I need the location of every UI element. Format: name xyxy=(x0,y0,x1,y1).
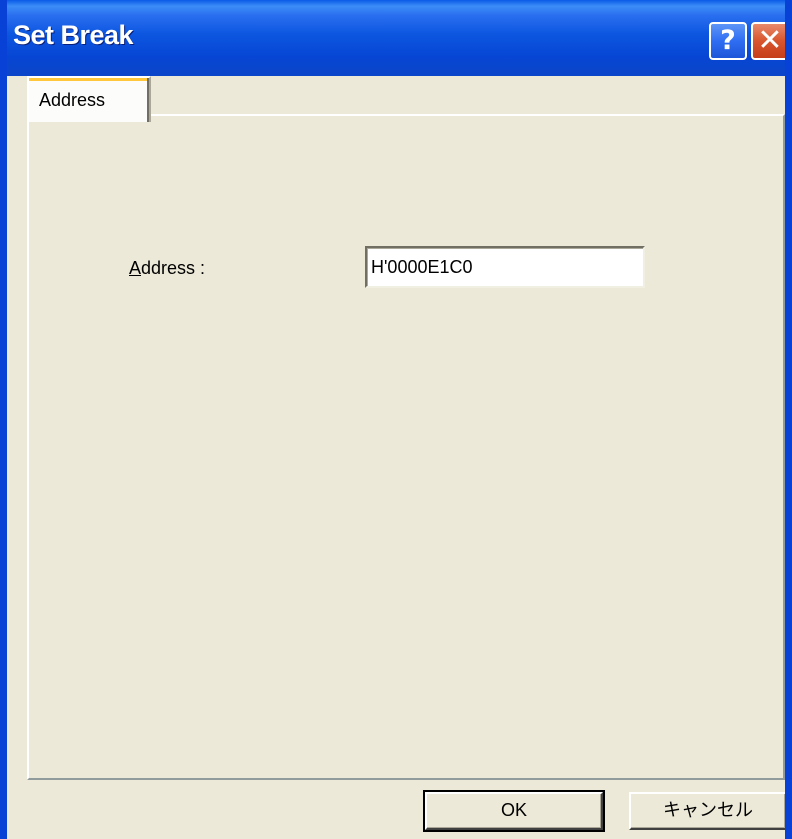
address-label: Address : xyxy=(129,258,205,279)
help-icon: ? xyxy=(720,25,736,56)
tab-address[interactable]: Address xyxy=(27,76,151,122)
ok-button[interactable]: OK xyxy=(423,790,605,832)
help-button[interactable]: ? xyxy=(709,22,747,60)
set-break-dialog: Set Break ? ✕ Address Address : OK キャンセル xyxy=(0,0,792,839)
tab-address-label: Address xyxy=(39,90,106,110)
close-button[interactable]: ✕ xyxy=(751,22,785,60)
cancel-button[interactable]: キャンセル xyxy=(629,792,785,830)
close-icon: ✕ xyxy=(757,23,783,58)
address-input[interactable] xyxy=(365,246,645,288)
title-bar[interactable]: Set Break ? ✕ xyxy=(7,0,785,76)
address-label-text: ddress : xyxy=(141,258,206,278)
address-label-accelerator: A xyxy=(129,258,142,278)
window-title: Set Break xyxy=(13,20,134,50)
tab-panel-address xyxy=(27,114,785,780)
